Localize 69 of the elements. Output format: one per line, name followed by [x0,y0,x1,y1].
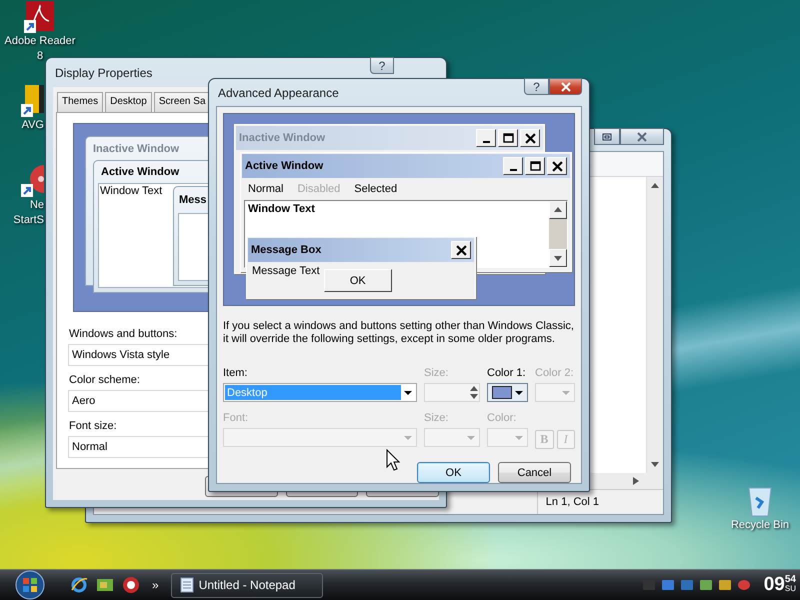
window-text: Window Text [248,203,315,215]
field-label: Font: [223,412,248,424]
close-icon [560,82,570,92]
ok-button[interactable]: OK [417,462,490,483]
window-title: Message Box [251,244,322,256]
spin-down-icon [470,393,478,399]
window-title: Inactive Window [93,143,180,155]
clock-day: SU [784,584,796,593]
tab[interactable]: Desktop [105,92,152,112]
ok-button[interactable]: OK [324,269,392,292]
field-label: Size: [424,412,448,424]
scroll-up-icon [651,183,659,189]
close-icon [456,244,466,256]
window-title: Display Properties [54,66,152,80]
icon-label: Recycle Bin [730,518,790,533]
field-label: Font size: [69,420,117,432]
scroll-right-icon [633,477,639,485]
info-text: If you select a windows and buttons setting other than Windows Classic, it will override the following settings, except in some older programs. [223,320,575,346]
color-picker[interactable] [487,383,528,402]
taskbar-button[interactable]: Untitled - Notepad [170,572,323,598]
field-label: Color: [487,412,516,424]
spin-up-icon [470,386,478,392]
clock-minute: 54 [784,575,796,584]
close-icon [552,160,562,172]
clock-hour: 09 [764,574,785,596]
tab[interactable]: Themes [57,92,104,112]
cancel-button[interactable]: Cancel [498,462,571,483]
field-label: Color 2: [535,367,574,379]
window-title: Mess [179,194,207,206]
scroll-down-icon [651,461,659,467]
help-button[interactable]: ? [524,78,549,95]
field-label: Color 1: [487,367,526,379]
scroll-up-icon [554,207,562,213]
minimize-button[interactable] [503,157,523,175]
window-title: Inactive Window [239,132,326,144]
minimize-icon [510,168,516,170]
pdf-document-icon[interactable] [23,0,57,34]
vertical-scrollbar[interactable] [646,177,663,473]
window-title: Advanced Appearance [217,86,339,100]
icon-label: 8 [36,49,44,64]
maximize-icon [602,132,612,140]
app-shortcut-icon[interactable] [20,84,44,118]
scroll-down-icon [554,255,562,261]
circle-app-icon[interactable] [122,576,140,594]
disc-app-icon[interactable] [20,164,44,198]
browser-icon[interactable] [70,576,88,594]
window-title: Active Window [101,166,180,178]
maximize-icon [502,133,514,143]
help-button[interactable]: ? [370,57,394,74]
maximize-icon [530,161,540,171]
close-icon [524,132,536,144]
minimize-icon [482,140,490,142]
more-button[interactable]: » [152,578,159,592]
field-label: Color scheme: [69,374,140,386]
icon-label: AVG [22,118,44,133]
icon-label: Ne [30,198,44,213]
maximize-button[interactable] [594,128,620,145]
cursor-icon [386,449,400,471]
minimize-button[interactable] [476,129,496,147]
window-text: Window Text [100,185,162,197]
close-icon [637,132,647,142]
window-title: Active Window [245,160,324,172]
icon-label: StartS [13,213,44,228]
field-label: Item: [223,367,248,379]
icon-label: Adobe Reader [4,34,76,49]
field-label: Windows and buttons: [69,328,178,340]
field-label: Size: [424,367,448,379]
message-text: Message Text [252,265,320,277]
notepad-icon [180,577,194,593]
